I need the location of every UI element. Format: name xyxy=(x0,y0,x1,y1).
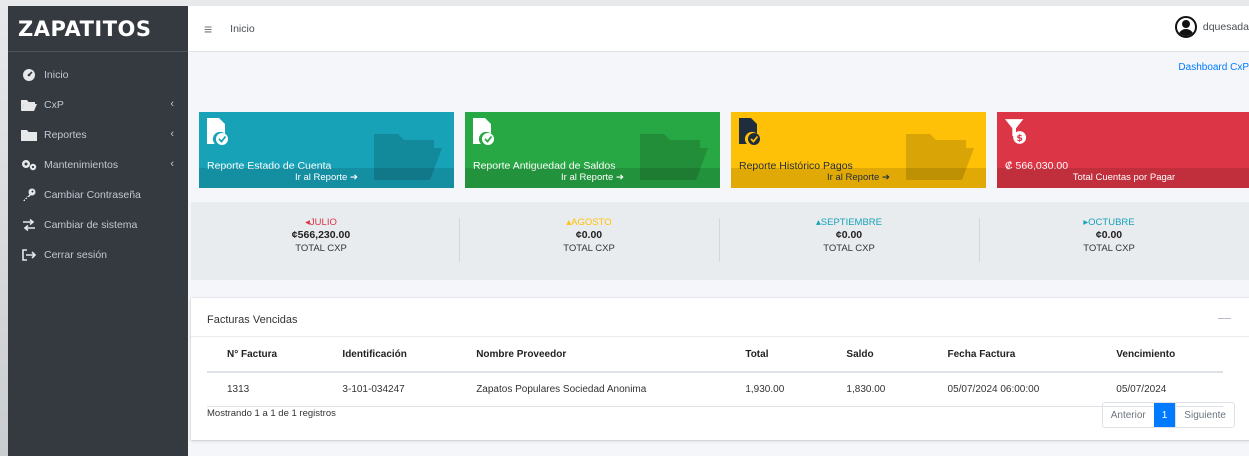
info-boxes: Reporte Estado de Cuenta Ir al Reporte ➔… xyxy=(191,112,1249,188)
tachometer-icon xyxy=(20,68,38,82)
file-check-icon xyxy=(207,118,228,145)
table-cell: 05/07/2024 xyxy=(1096,372,1223,407)
column-header[interactable]: Fecha Factura xyxy=(927,338,1097,373)
page-1-button[interactable]: 1 xyxy=(1153,403,1176,427)
username: dquesada xyxy=(1202,21,1249,33)
table-header-row: N° Factura Identificación Nombre Proveed… xyxy=(207,338,1223,373)
info-box-antiguedad-saldos: Reporte Antiguedad de Saldos Ir al Repor… xyxy=(465,112,720,188)
chevron-left-icon: ‹ xyxy=(170,98,174,110)
sidebar: ZAPATITOS Inicio CxP ‹ Reportes ‹ Manten… xyxy=(8,6,188,456)
sidebar-item-cxp[interactable]: CxP ‹ xyxy=(8,90,188,120)
sidebar-item-label: CxP xyxy=(44,99,64,111)
sidebar-item-label: Cambiar de sistema xyxy=(44,219,138,231)
column-header[interactable]: Identificación xyxy=(322,338,457,373)
chevron-left-icon: ‹ xyxy=(170,128,174,140)
monthly-summary: ◂JULIO ¢566,230.00 TOTAL CXP ▴AGOSTO ¢0.… xyxy=(191,202,1249,280)
key-icon xyxy=(20,188,38,202)
sidebar-item-reportes[interactable]: Reportes ‹ xyxy=(8,120,188,150)
facturas-vencidas-card: Facturas Vencidas — N° Factura Identific… xyxy=(191,298,1249,440)
month-amount: ¢0.00 xyxy=(835,229,863,241)
next-page-button[interactable]: Siguiente xyxy=(1175,403,1234,427)
month-julio: ◂JULIO ¢566,230.00 TOTAL CXP xyxy=(191,216,451,255)
table-cell: 1,930.00 xyxy=(725,372,827,407)
previous-page-button[interactable]: Anterior xyxy=(1103,403,1154,427)
sidebar-nav: Inicio CxP ‹ Reportes ‹ Mantenimientos ‹… xyxy=(8,52,188,270)
month-label: TOTAL CXP xyxy=(563,243,615,254)
month-label: TOTAL CXP xyxy=(1083,243,1135,254)
ir-al-reporte-link[interactable]: Ir al Reporte ➔ xyxy=(199,168,454,188)
table-info: Mostrando 1 a 1 de 1 registros xyxy=(207,408,336,419)
sidebar-item-cerrar-sesion[interactable]: Cerrar sesión xyxy=(8,240,188,270)
sidebar-item-label: Cerrar sesión xyxy=(44,249,108,261)
month-amount: ¢0.00 xyxy=(575,229,603,241)
arrow-circle-right-icon: ➔ xyxy=(615,172,624,183)
table-cell: Zapatos Populares Sociedad Anonima xyxy=(456,372,726,407)
footer-label: Ir al Reporte xyxy=(295,172,348,183)
collapse-icon[interactable]: — xyxy=(1218,310,1231,325)
facturas-table: N° Factura Identificación Nombre Proveed… xyxy=(207,338,1223,407)
top-navbar: ≡ Inicio dquesada xyxy=(188,6,1249,52)
column-header[interactable]: Nombre Proveedor xyxy=(456,338,726,373)
info-box-historico-pagos: Reporte Histórico Pagos Ir al Reporte ➔ xyxy=(731,112,986,188)
month-name: AGOSTO xyxy=(571,217,612,228)
folder-open-icon xyxy=(20,98,38,112)
user-menu[interactable]: dquesada xyxy=(1174,16,1249,38)
info-box-total-cxp: $ ₡ 566,030.00 Total Cuentas por Pagar xyxy=(997,112,1249,188)
gears-icon xyxy=(20,158,38,172)
month-octubre: ▸OCTUBRE ¢0.00 TOTAL CXP xyxy=(979,216,1239,255)
column-header[interactable]: Total xyxy=(725,338,827,373)
sidebar-item-label: Reportes xyxy=(44,129,87,141)
exchange-icon xyxy=(20,218,38,232)
sidebar-item-cambiar-sistema[interactable]: Cambiar de sistema xyxy=(8,210,188,240)
sidebar-item-cambiar-contrasena[interactable]: Cambiar Contraseña xyxy=(8,180,188,210)
table-cell: 05/07/2024 06:00:00 xyxy=(927,372,1097,407)
month-label: TOTAL CXP xyxy=(823,243,875,254)
total-cuentas-footer: Total Cuentas por Pagar xyxy=(997,168,1249,188)
month-agosto: ▴AGOSTO ¢0.00 TOTAL CXP xyxy=(459,216,719,255)
svg-text:$: $ xyxy=(1016,133,1022,144)
ir-al-reporte-link[interactable]: Ir al Reporte ➔ xyxy=(465,168,720,188)
column-header[interactable]: Vencimiento xyxy=(1096,338,1223,373)
brand-name: ZAPATITOS xyxy=(18,16,152,41)
column-header[interactable]: N° Factura xyxy=(207,338,323,373)
dashboard-link[interactable]: Dashboard CxP xyxy=(1178,62,1249,73)
sidebar-item-label: Cambiar Contraseña xyxy=(44,189,141,201)
month-septiembre: ▴SEPTIEMBRE ¢0.00 TOTAL CXP xyxy=(719,216,979,255)
filter-dollar-icon: $ xyxy=(1005,119,1027,144)
month-name: SEPTIEMBRE xyxy=(820,217,883,228)
footer-label: Ir al Reporte xyxy=(561,172,614,183)
breadcrumb[interactable]: Inicio xyxy=(230,23,255,35)
table-row[interactable]: 1313 3-101-034247 Zapatos Populares Soci… xyxy=(207,372,1223,407)
table-cell: 1313 xyxy=(207,372,323,407)
month-label: TOTAL CXP xyxy=(295,243,347,254)
sidebar-item-label: Mantenimientos xyxy=(44,159,119,171)
arrow-circle-right-icon: ➔ xyxy=(881,172,890,183)
folder-icon xyxy=(20,128,38,142)
ir-al-reporte-link[interactable]: Ir al Reporte ➔ xyxy=(731,168,986,188)
table-cell: 3-101-034247 xyxy=(322,372,457,407)
divider xyxy=(191,336,1249,337)
sign-out-icon xyxy=(20,248,38,262)
footer-label: Ir al Reporte xyxy=(827,172,880,183)
info-box-estado-cuenta: Reporte Estado de Cuenta Ir al Reporte ➔ xyxy=(199,112,454,188)
user-avatar-icon xyxy=(1174,16,1197,38)
footer-label: Total Cuentas por Pagar xyxy=(1072,172,1176,183)
month-amount: ¢0.00 xyxy=(1095,229,1123,241)
file-check-icon xyxy=(739,118,760,145)
sidebar-item-label: Inicio xyxy=(44,69,69,81)
brand-logo[interactable]: ZAPATITOS xyxy=(8,6,188,52)
file-check-icon xyxy=(473,118,494,145)
menu-toggle-icon[interactable]: ≡ xyxy=(204,21,212,37)
chevron-left-icon: ‹ xyxy=(170,158,174,170)
card-title: Facturas Vencidas xyxy=(207,314,298,326)
table-cell: 1,830.00 xyxy=(826,372,928,407)
month-name: JULIO xyxy=(309,217,337,228)
month-amount: ¢566,230.00 xyxy=(291,229,351,241)
month-name: OCTUBRE xyxy=(1088,217,1135,228)
arrow-circle-right-icon: ➔ xyxy=(349,172,358,183)
pagination: Anterior 1 Siguiente xyxy=(1101,402,1235,428)
sidebar-item-inicio[interactable]: Inicio xyxy=(8,60,188,90)
column-header[interactable]: Saldo xyxy=(826,338,928,373)
sidebar-item-mantenimientos[interactable]: Mantenimientos ‹ xyxy=(8,150,188,180)
